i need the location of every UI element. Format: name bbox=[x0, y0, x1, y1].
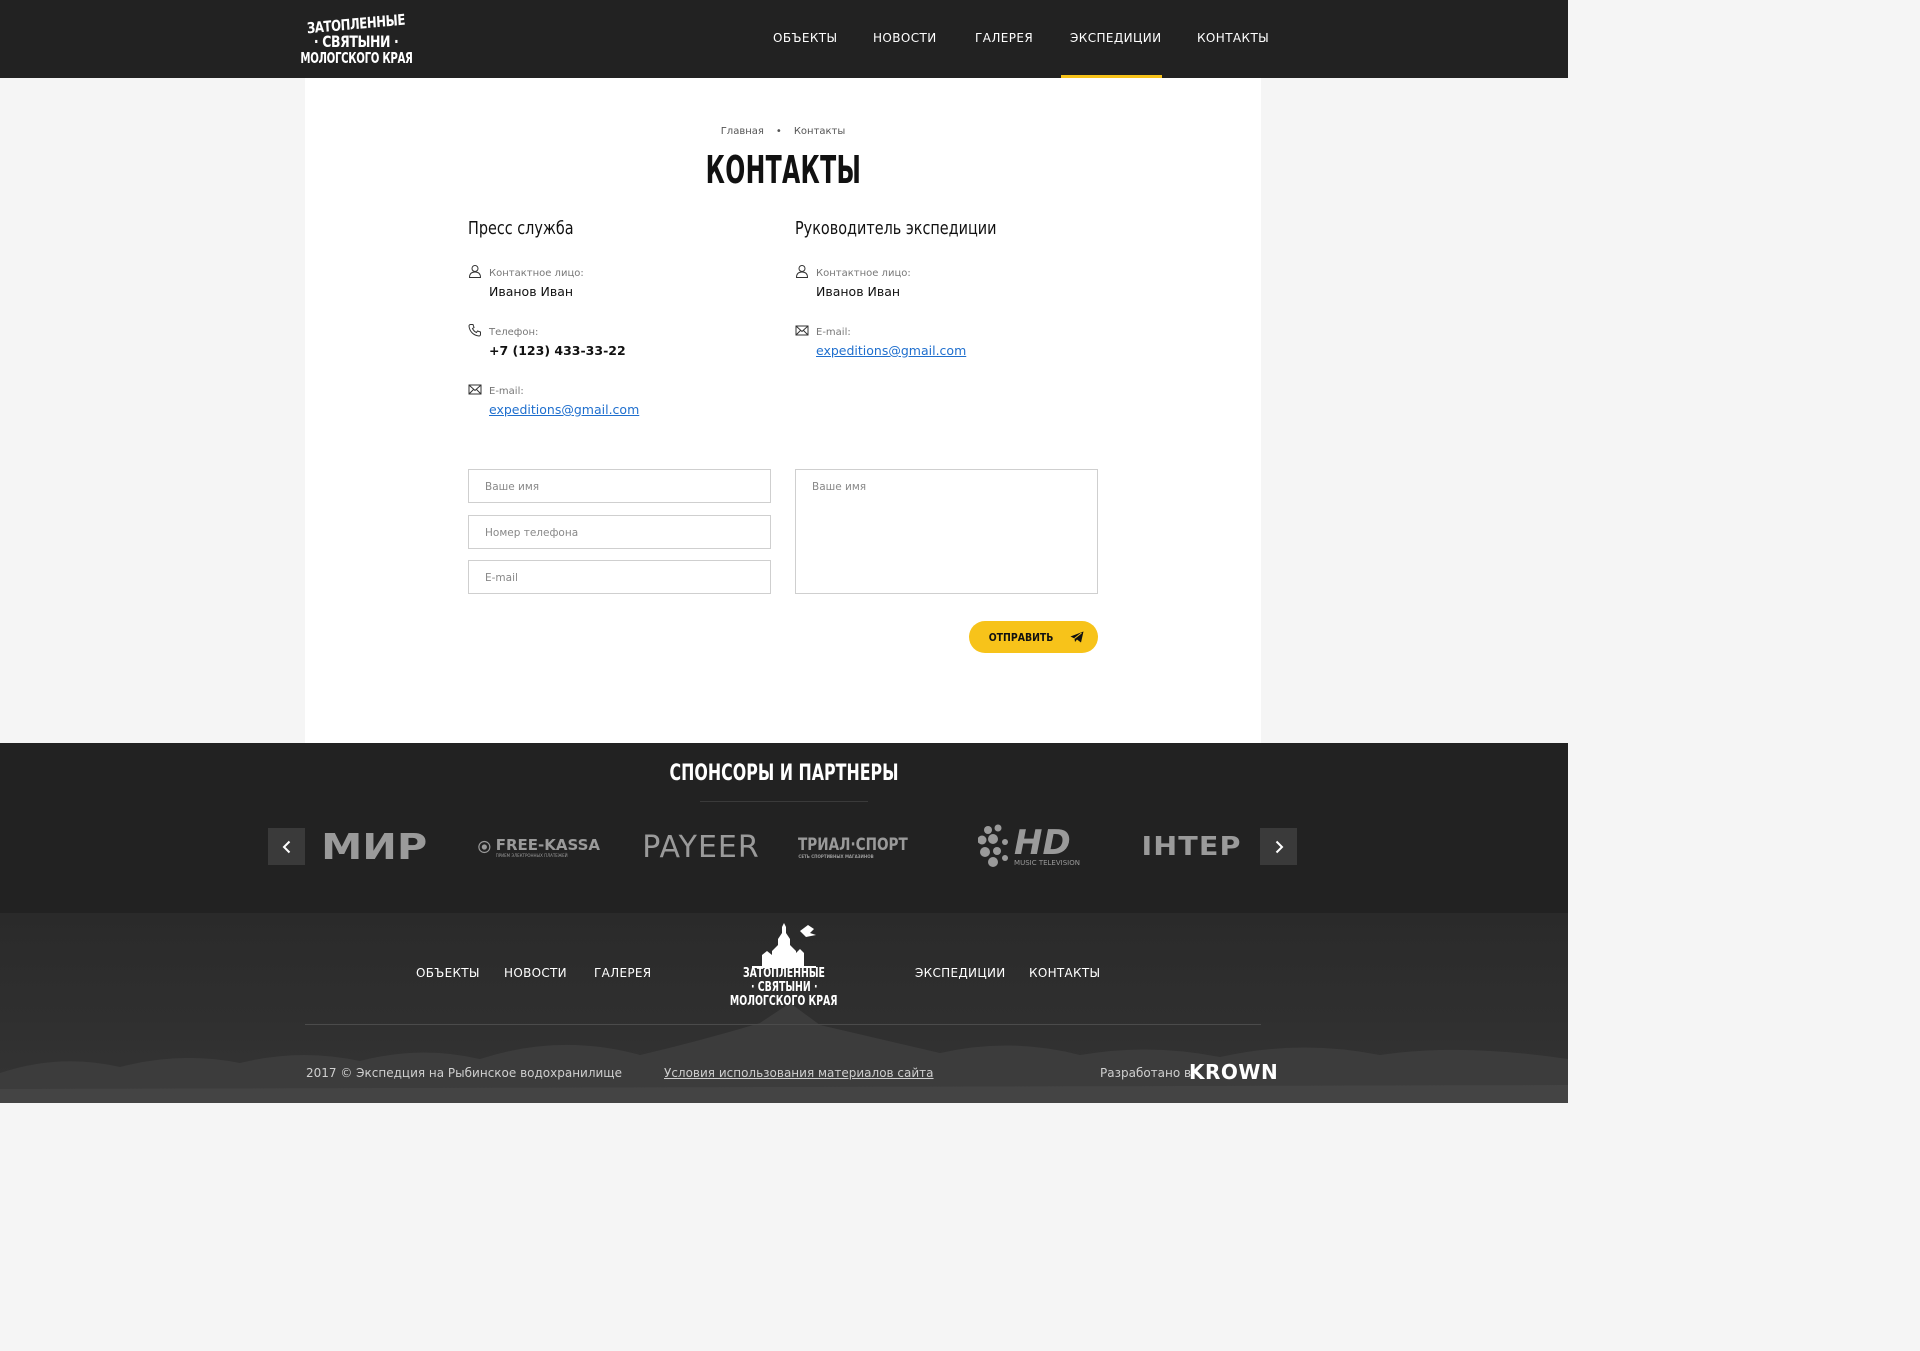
footer-nav-objects[interactable]: ОБЪЕКТЫ bbox=[416, 966, 480, 980]
sponsor-name: FREE-KASSA bbox=[495, 835, 600, 854]
phone-number[interactable]: +7 (123) 433-33-22 bbox=[489, 343, 626, 358]
contact-value: Иванов Иван bbox=[489, 284, 574, 299]
freekassa-emblem-icon bbox=[478, 840, 491, 854]
sponsors-title-text: СПОНСОРЫ И ПАРТНЕРЫ bbox=[669, 761, 899, 786]
sponsors-prev-button[interactable] bbox=[268, 828, 305, 865]
sponsor-name: HD bbox=[1014, 823, 1071, 863]
user-icon bbox=[468, 265, 482, 278]
sponsors-next-button[interactable] bbox=[1260, 828, 1297, 865]
logo-line: · СВЯТЫНИ · bbox=[750, 980, 818, 995]
page-title-text: КОНТАКТЫ bbox=[705, 148, 861, 192]
sponsor-logo-payeer[interactable]: PAYEER bbox=[642, 825, 760, 869]
breadcrumb-home[interactable]: Главная bbox=[721, 126, 764, 137]
sponsor-logo-musictv[interactable]: HD MUSIC TELEVISION bbox=[970, 821, 1088, 873]
sponsor-logo-trialsport[interactable]: ТРИАЛ·СПОРТ СЕТЬ СПОРТИВНЫХ МАГАЗИНОВ bbox=[798, 825, 928, 869]
sponsor-logo-mir[interactable]: МИР bbox=[321, 825, 428, 869]
email-link[interactable]: expeditions@gmail.com bbox=[816, 343, 966, 358]
developed-by-text: Разработано в bbox=[1100, 1066, 1192, 1080]
footer-nav-contacts[interactable]: КОНТАКТЫ bbox=[1029, 966, 1100, 980]
site-header: ЗАТОПЛЕННЫЕ · СВЯТЫНИ · МОЛОГСКОГО КРАЯ … bbox=[0, 0, 1568, 78]
terms-link[interactable]: Условия использования материалов сайта bbox=[664, 1066, 934, 1080]
footer-divider bbox=[305, 1024, 1261, 1025]
email-link[interactable]: expeditions@gmail.com bbox=[489, 402, 639, 417]
sponsor-name: ІНТЕР bbox=[1140, 832, 1242, 862]
contact-heading: Пресс служба bbox=[468, 218, 768, 239]
logo-line: МОЛОГСКОГО КРАЯ bbox=[730, 994, 838, 1009]
sponsor-sublabel: ПРИЕМ ЭЛЕКТРОННЫХ ПЛАТЕЖЕЙ bbox=[495, 852, 568, 858]
developer-logo[interactable]: KROWN bbox=[1189, 1060, 1278, 1084]
footer-logo[interactable]: ЗАТОПЛЕННЫЕ · СВЯТЫНИ · МОЛОГСКОГО КРАЯ bbox=[730, 921, 838, 1017]
phone-input[interactable]: Номер телефона bbox=[468, 515, 771, 549]
main-content: Главная • Контакты КОНТАКТЫ Пресс служба К… bbox=[305, 78, 1261, 743]
envelope-icon bbox=[468, 384, 482, 395]
nav-item-gallery[interactable]: ГАЛЕРЕЯ bbox=[975, 31, 1033, 45]
contact-heading-text: Пресс служба bbox=[468, 218, 574, 239]
contact-heading-text: Руководитель экспедиции bbox=[795, 218, 997, 239]
sponsor-name: МИР bbox=[321, 826, 428, 868]
email-input[interactable]: E-mail bbox=[468, 560, 771, 594]
contact-label: Контактное лицо: bbox=[489, 268, 584, 279]
site-footer: ОБЪЕКТЫ НОВОСТИ ГАЛЕРЕЯ ЭКСПЕДИЦИИ КОНТА… bbox=[0, 913, 1568, 1103]
paper-plane-icon bbox=[1070, 631, 1084, 643]
page-title: КОНТАКТЫ bbox=[305, 148, 1261, 192]
user-icon bbox=[795, 265, 809, 278]
name-input[interactable]: Ваше имя bbox=[468, 469, 771, 503]
contact-label: Телефон: bbox=[489, 327, 539, 338]
footer-nav-gallery[interactable]: ГАЛЕРЕЯ bbox=[594, 966, 651, 980]
contact-label: Контактное лицо: bbox=[816, 268, 911, 279]
sponsors-section: СПОНСОРЫ И ПАРТНЕРЫ МИР FREE-KASSA ПРИЕМ… bbox=[0, 743, 1568, 913]
chevron-right-icon bbox=[1275, 840, 1283, 853]
copyright-text: 2017 © Экспедция на Рыбинское водохранил… bbox=[306, 1066, 622, 1080]
footer-logo-text: ЗАТОПЛЕННЫЕ · СВЯТЫНИ · МОЛОГСКОГО КРАЯ bbox=[730, 966, 838, 1009]
nav-item-contacts[interactable]: КОНТАКТЫ bbox=[1197, 31, 1269, 45]
contact-value: Иванов Иван bbox=[816, 284, 901, 299]
sponsors-divider bbox=[700, 801, 868, 802]
contact-block-expedition-head: Руководитель экспедиции Контактное лицо:… bbox=[795, 218, 1095, 458]
message-textarea[interactable]: Ваше имя bbox=[795, 469, 1098, 594]
sponsor-logo-inter[interactable]: ІНТЕР bbox=[1135, 825, 1247, 869]
sponsor-name: PAYEER bbox=[642, 829, 760, 865]
contact-label: E-mail: bbox=[816, 327, 851, 338]
contact-label: E-mail: bbox=[489, 386, 524, 397]
sponsor-name: ТРИАЛ·СПОРТ bbox=[798, 834, 909, 855]
nav-item-expeditions[interactable]: ЭКСПЕДИЦИИ bbox=[1070, 31, 1162, 45]
footer-nav-news[interactable]: НОВОСТИ bbox=[504, 966, 567, 980]
phone-icon bbox=[468, 324, 481, 337]
nav-item-news[interactable]: НОВОСТИ bbox=[873, 31, 937, 45]
submit-button[interactable]: ОТПРАВИТЬ bbox=[969, 621, 1098, 653]
sponsor-logo-freekassa[interactable]: FREE-KASSA ПРИЕМ ЭЛЕКТРОННЫХ ПЛАТЕЖЕЙ bbox=[478, 825, 600, 869]
nav-item-objects[interactable]: ОБЪЕКТЫ bbox=[773, 31, 838, 45]
chevron-left-icon bbox=[282, 840, 290, 853]
envelope-icon bbox=[795, 325, 809, 336]
church-emblem-icon bbox=[752, 923, 816, 968]
breadcrumb-separator: • bbox=[775, 126, 782, 137]
submit-label: ОТПРАВИТЬ bbox=[989, 630, 1054, 644]
sponsor-sublabel: MUSIC TELEVISION bbox=[1014, 859, 1080, 867]
breadcrumb-current: Контакты bbox=[793, 126, 846, 137]
main-nav: ОБЪЕКТЫ НОВОСТИ ГАЛЕРЕЯ ЭКСПЕДИЦИИ КОНТА… bbox=[0, 0, 1568, 78]
breadcrumb: Главная • Контакты bbox=[305, 126, 1261, 137]
footer-nav-expeditions[interactable]: ЭКСПЕДИЦИИ bbox=[915, 966, 1006, 980]
sponsors-title: СПОНСОРЫ И ПАРТНЕРЫ bbox=[0, 761, 1568, 786]
logo-line: ЗАТОПЛЕННЫЕ bbox=[743, 966, 826, 981]
contact-heading: Руководитель экспедиции bbox=[795, 218, 1095, 239]
